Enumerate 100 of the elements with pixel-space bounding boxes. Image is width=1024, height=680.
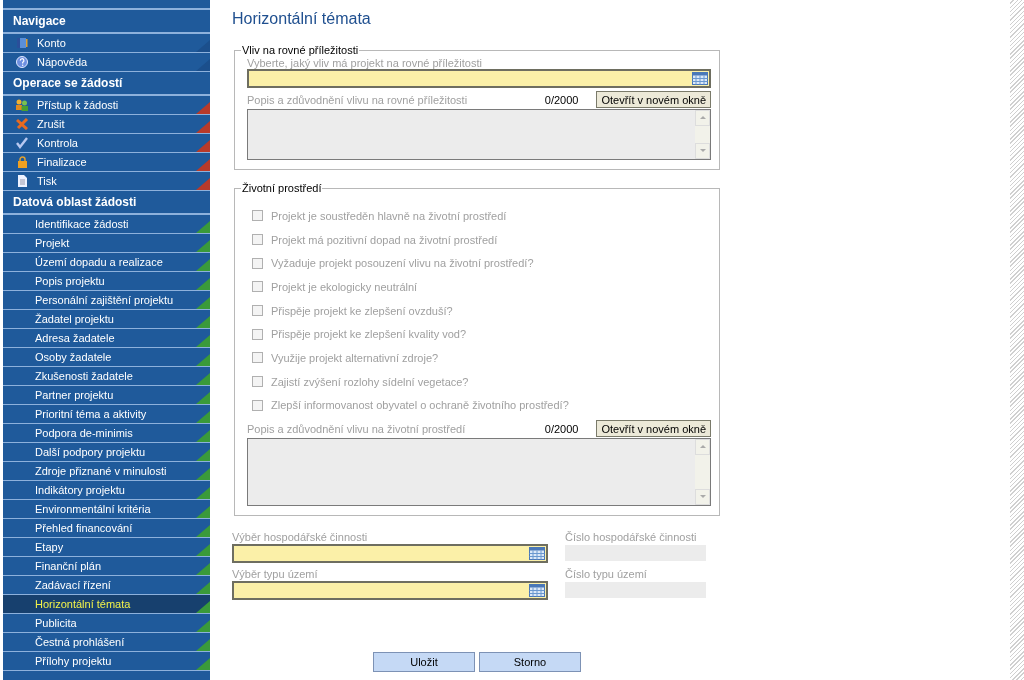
page-title: Horizontální témata: [232, 9, 371, 29]
field-label: Popis a zdůvodnění vlivu na rovné příležitosti: [247, 93, 469, 106]
checkbox-label: Využije projekt alternativní zdroje?: [271, 351, 439, 364]
sidebar-item[interactable]: Kontrola: [3, 134, 210, 153]
sidebar-item-label: Zrušit: [37, 118, 65, 130]
sidebar-item[interactable]: Popis projektu: [3, 272, 210, 291]
sidebar-item[interactable]: Žadatel projektu: [3, 310, 210, 329]
page-icon: [17, 175, 27, 187]
sidebar-item-label: Konto: [37, 37, 66, 49]
sidebar-item[interactable]: Horizontální témata: [3, 595, 210, 614]
sidebar-item-label: Osoby žadatele: [35, 351, 112, 363]
sidebar-item[interactable]: Adresa žadatele: [3, 329, 210, 348]
sidebar-item[interactable]: Konto: [3, 34, 210, 53]
sidebar-item-label: Tisk: [37, 175, 57, 187]
checkbox-label: Přispěje projekt ke zlepšení kvality vod?: [271, 328, 467, 341]
sidebar-item-label: Čestná prohlášení: [35, 636, 125, 648]
field-label: Číslo typu území: [565, 567, 648, 582]
sidebar-item-label: Indikátory projektu: [35, 484, 125, 496]
lock-icon: [16, 156, 28, 168]
sidebar-item-label: Území dopadu a realizace: [35, 256, 163, 268]
field-label: Popis a zdůvodnění vlivu na životní prostředí: [247, 422, 467, 435]
book-icon: [16, 37, 28, 49]
sidebar-item-label: Prioritní téma a aktivity: [35, 408, 147, 420]
open-window-button[interactable]: Otevřít v novém okně: [596, 91, 711, 108]
list-picker-icon[interactable]: [529, 584, 545, 598]
sidebar-item-label: Environmentální kritéria: [35, 503, 151, 515]
sidebar-item-label: Zkušenosti žadatele: [35, 370, 133, 382]
character-counter: 0/2000: [544, 93, 579, 106]
field-label: Číslo hospodářské činnosti: [565, 530, 698, 545]
sidebar-item[interactable]: Přístup k žádosti: [3, 96, 210, 115]
sidebar-item[interactable]: Tisk: [3, 172, 210, 191]
save-button[interactable]: Uložit: [373, 652, 475, 673]
help-icon: [16, 56, 28, 68]
sidebar-item-label: Projekt: [35, 237, 70, 249]
cross-icon: [15, 118, 29, 130]
sidebar-item[interactable]: Finanční plán: [3, 557, 210, 576]
sidebar-item[interactable]: Etapy: [3, 538, 210, 557]
checkbox-label: Projekt je ekologicky neutrální: [271, 280, 418, 293]
select-field[interactable]: [247, 69, 711, 88]
sidebar-item-label: Nápověda: [37, 56, 88, 68]
checkbox-label: Zajistí zvýšení rozlohy sídelní vegetace?: [271, 375, 469, 388]
character-counter: 0/2000: [544, 422, 579, 435]
open-window-button[interactable]: Otevřít v novém okně: [596, 420, 711, 438]
scrollbar-track[interactable]: [1010, 0, 1024, 680]
text-area[interactable]: [247, 438, 711, 507]
sidebar-item[interactable]: Indikátory projektu: [3, 481, 210, 500]
sidebar-item[interactable]: Osoby žadatele: [3, 348, 210, 367]
sidebar-item[interactable]: Partner projektu: [3, 386, 210, 405]
text-area[interactable]: [247, 109, 711, 160]
cancel-button[interactable]: Storno: [479, 652, 581, 673]
sidebar-item-label: Identifikace žádosti: [35, 218, 129, 230]
sidebar-item[interactable]: Personální zajištění projektu: [3, 291, 210, 310]
sidebar-item[interactable]: Přílohy projektu: [3, 652, 210, 671]
sidebar-item[interactable]: Environmentální kritéria: [3, 500, 210, 519]
checkbox-label: Zlepší informovanost obyvatel o ochraně životního prostředí?: [271, 399, 569, 412]
checkbox-label: Vyžaduje projekt posouzení vlivu na životní prostředí?: [271, 257, 534, 270]
sidebar-item-label: Horizontální témata: [35, 598, 131, 610]
sidebar-item[interactable]: Přehled financování: [3, 519, 210, 538]
sidebar-item[interactable]: Zkušenosti žadatele: [3, 367, 210, 386]
sidebar-item-label: Personální zajištění projektu: [35, 294, 174, 306]
field-label: Výběr typu území: [232, 567, 319, 582]
checkbox-label: Projekt má pozitivní dopad na životní prostředí: [271, 233, 498, 246]
sidebar-item-label: Publicita: [35, 617, 77, 629]
sidebar-item-label: Finanční plán: [35, 560, 102, 572]
list-picker-icon[interactable]: [529, 547, 545, 561]
sidebar-item[interactable]: Podpora de-minimis: [3, 424, 210, 443]
sidebar-item-label: Další podpory projektu: [35, 446, 146, 458]
sidebar-item-label: Finalizace: [37, 156, 87, 168]
select-field[interactable]: [232, 581, 548, 601]
sidebar-item-label: Etapy: [35, 541, 64, 553]
sidebar-item-label: Žadatel projektu: [35, 313, 114, 325]
sidebar-item-label: Partner projektu: [35, 389, 114, 401]
sidebar-item-label: Zdroje přiznané v minulosti: [35, 465, 167, 477]
sidebar-item[interactable]: Území dopadu a realizace: [3, 253, 210, 272]
field-label: Výběr hospodářské činnosti: [232, 530, 369, 545]
sidebar-item[interactable]: Identifikace žádosti: [3, 215, 210, 234]
sidebar-item-label: Zadávací řízení: [35, 579, 111, 591]
sidebar-item-label: Podpora de-minimis: [35, 427, 133, 439]
sidebar-heading: Operace se žádostí: [3, 72, 210, 96]
sidebar-item-label: Popis projektu: [35, 275, 105, 287]
sidebar-item[interactable]: Finalizace: [3, 153, 210, 172]
checkbox-label: Přispěje projekt ke zlepšení ovzduší?: [271, 304, 453, 317]
checkmark-icon: [16, 137, 28, 149]
list-picker-icon[interactable]: [692, 72, 708, 85]
checkbox-label: Projekt je soustředěn hlavně na životní prostředí: [271, 209, 507, 222]
sidebar-item[interactable]: Projekt: [3, 234, 210, 253]
sidebar-heading: Navigace: [3, 10, 210, 34]
sidebar-item[interactable]: Nápověda: [3, 53, 210, 72]
sidebar-item[interactable]: Zdroje přiznané v minulosti: [3, 462, 210, 481]
sidebar-item[interactable]: Publicita: [3, 614, 210, 633]
sidebar-item[interactable]: Čestná prohlášení: [3, 633, 210, 652]
sidebar-item[interactable]: Další podpory projektu: [3, 443, 210, 462]
select-field[interactable]: [232, 544, 548, 564]
field-label: Vyberte, jaký vliv má projekt na rovné příležitosti: [247, 57, 483, 69]
sidebar-item[interactable]: Zrušit: [3, 115, 210, 134]
sidebar-item-label: Kontrola: [37, 137, 78, 149]
sidebar-item-label: Adresa žadatele: [35, 332, 115, 344]
sidebar-item-label: Přílohy projektu: [35, 655, 112, 667]
sidebar-item[interactable]: Prioritní téma a aktivity: [3, 405, 210, 424]
people-icon: [15, 99, 29, 111]
